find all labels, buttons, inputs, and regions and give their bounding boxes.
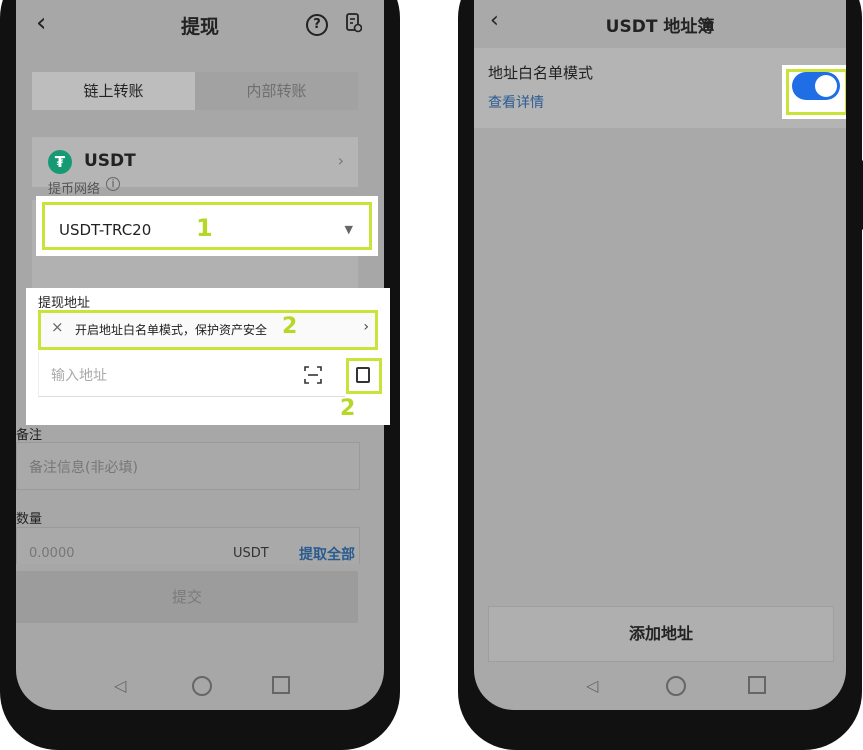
submit-button[interactable]: 提交 xyxy=(16,571,358,623)
address-label: 提现地址 xyxy=(38,296,91,311)
info-icon[interactable]: i xyxy=(106,177,120,191)
nav-back-icon[interactable]: ◁ xyxy=(114,676,126,695)
nav-recent-icon[interactable] xyxy=(272,676,290,694)
quantity-placeholder: 0.0000 xyxy=(29,546,75,561)
chevron-right-icon: › xyxy=(363,319,369,335)
nav-home-icon[interactable] xyxy=(666,676,686,696)
address-input[interactable]: 输入地址 xyxy=(38,352,345,397)
tab-onchain[interactable]: 链上转账 xyxy=(32,72,195,110)
step-number: 2 xyxy=(282,314,298,339)
nav-home-icon[interactable] xyxy=(192,676,212,696)
scan-icon[interactable] xyxy=(304,366,322,384)
help-circle-icon[interactable]: ? xyxy=(306,14,328,36)
tether-logo-icon: ₮ xyxy=(48,150,72,174)
top-bar: ‹ 提现 ? xyxy=(16,0,384,50)
caret-down-icon: ▼ xyxy=(344,223,353,236)
network-value: USDT-TRC20 xyxy=(59,221,152,239)
left-phone-frame: ‹ 提现 ? 链上转账 内部转账 ₮ USDT › 提币网络 i USDT-TR… xyxy=(0,0,400,750)
system-nav-bar: ◁ xyxy=(16,666,384,710)
record-history-icon[interactable] xyxy=(346,13,362,33)
nav-back-icon[interactable]: ◁ xyxy=(586,676,598,695)
memo-input[interactable]: 备注信息(非必填) xyxy=(16,442,360,490)
right-phone-frame: ‹ USDT 地址簿 地址白名单模式 查看详情 添加地址 ◁ xyxy=(458,0,863,750)
transfer-tabs: 链上转账 内部转账 xyxy=(32,72,358,110)
page-title: USDT 地址簿 xyxy=(605,17,715,37)
memo-placeholder: 备注信息(非必填) xyxy=(29,460,138,476)
whitelist-row: 地址白名单模式 查看详情 xyxy=(474,48,846,128)
quantity-label: 数量 xyxy=(16,512,43,527)
nav-recent-icon[interactable] xyxy=(748,676,766,694)
address-section: 提现地址 × 开启地址白名单模式，保护资产安全 › 输入地址 xyxy=(26,288,390,425)
quantity-input[interactable]: 0.0000 USDT 提取全部 xyxy=(16,527,360,564)
phone-side-button xyxy=(858,160,863,230)
whitelist-banner-text: 开启地址白名单模式，保护资产安全 xyxy=(75,323,268,337)
withdraw-all-link[interactable]: 提取全部 xyxy=(299,544,355,564)
view-details-link[interactable]: 查看详情 xyxy=(488,92,544,112)
address-book-icon xyxy=(356,367,370,383)
whitelist-title: 地址白名单模式 xyxy=(488,64,594,82)
address-book-screen: ‹ USDT 地址簿 地址白名单模式 查看详情 添加地址 ◁ xyxy=(474,0,846,710)
close-icon[interactable]: × xyxy=(51,318,64,336)
whitelist-banner[interactable]: × 开启地址白名单模式，保护资产安全 › xyxy=(38,310,378,350)
chevron-right-icon: › xyxy=(337,151,344,170)
whitelist-toggle[interactable] xyxy=(792,72,840,100)
system-nav-bar: ◁ xyxy=(474,666,846,710)
add-address-button[interactable]: 添加地址 xyxy=(488,606,834,662)
network-label: 提币网络 xyxy=(48,182,101,197)
coin-name: USDT xyxy=(84,151,136,171)
memo-label: 备注 xyxy=(16,428,43,443)
phone-side-button xyxy=(0,120,4,160)
page-title: 提现 xyxy=(180,16,219,38)
toggle-highlight-box xyxy=(782,65,846,119)
step-number: 1 xyxy=(196,214,213,242)
tab-internal[interactable]: 内部转账 xyxy=(195,72,358,110)
toggle-knob xyxy=(815,75,837,97)
address-placeholder: 输入地址 xyxy=(51,368,107,384)
step-number: 2 xyxy=(340,396,356,421)
address-book-button[interactable] xyxy=(346,358,382,394)
quantity-unit: USDT xyxy=(233,546,269,561)
